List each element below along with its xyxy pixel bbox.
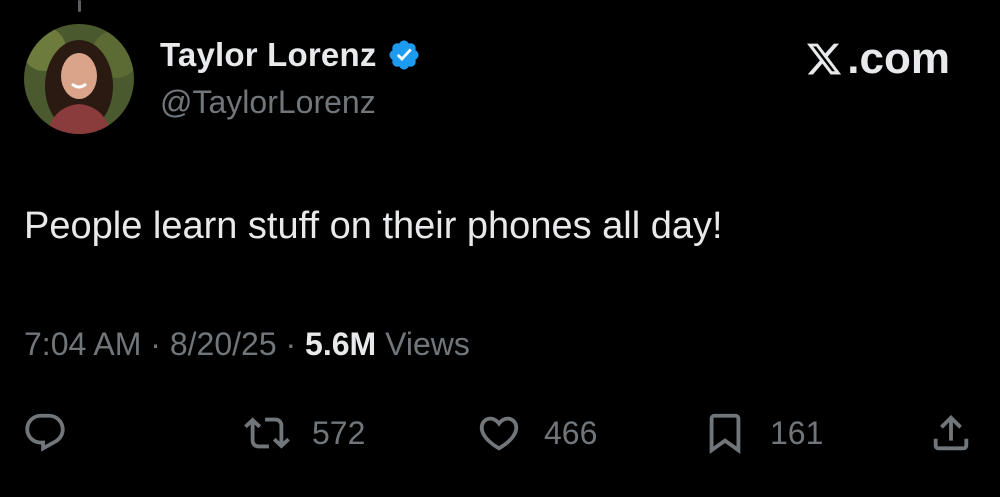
retweet-button[interactable]: 572 [244, 405, 365, 461]
brand-domain-text: .com [847, 34, 950, 83]
meta-separator: · [150, 326, 161, 362]
like-count: 466 [544, 414, 598, 451]
views-count: 5.6M [305, 326, 377, 362]
x-logo-icon [807, 43, 842, 75]
heart-icon [479, 416, 519, 451]
reply-icon [25, 413, 65, 452]
verified-badge-icon [389, 40, 419, 70]
retweet-count: 572 [312, 414, 366, 451]
tweet-meta: 7:04 AM · 8/20/25 · 5.6M Views [24, 326, 470, 363]
bookmark-icon [709, 413, 741, 454]
avatar-image [24, 24, 134, 134]
share-button[interactable] [928, 405, 974, 461]
tweet-date[interactable]: 8/20/25 [170, 326, 277, 362]
brand-watermark: .com [805, 34, 950, 84]
avatar[interactable] [24, 24, 134, 134]
reply-button[interactable] [22, 405, 68, 461]
author-handle[interactable]: @TaylorLorenz [160, 84, 376, 121]
author-display-name[interactable]: Taylor Lorenz [160, 36, 377, 74]
retweet-icon [244, 417, 290, 449]
bookmark-button[interactable]: 161 [702, 405, 823, 461]
author-name-row[interactable]: Taylor Lorenz [160, 36, 421, 74]
views-label: Views [385, 326, 470, 362]
tweet-time[interactable]: 7:04 AM [24, 326, 141, 362]
tweet-actions-bar: 572 466 161 [0, 405, 1000, 461]
meta-separator: · [285, 326, 297, 362]
tweet-text: People learn stuff on their phones all d… [24, 205, 723, 247]
share-icon [933, 414, 969, 451]
bookmark-count: 161 [770, 414, 824, 451]
thread-connector-line [78, 0, 81, 12]
like-button[interactable]: 466 [476, 405, 597, 461]
